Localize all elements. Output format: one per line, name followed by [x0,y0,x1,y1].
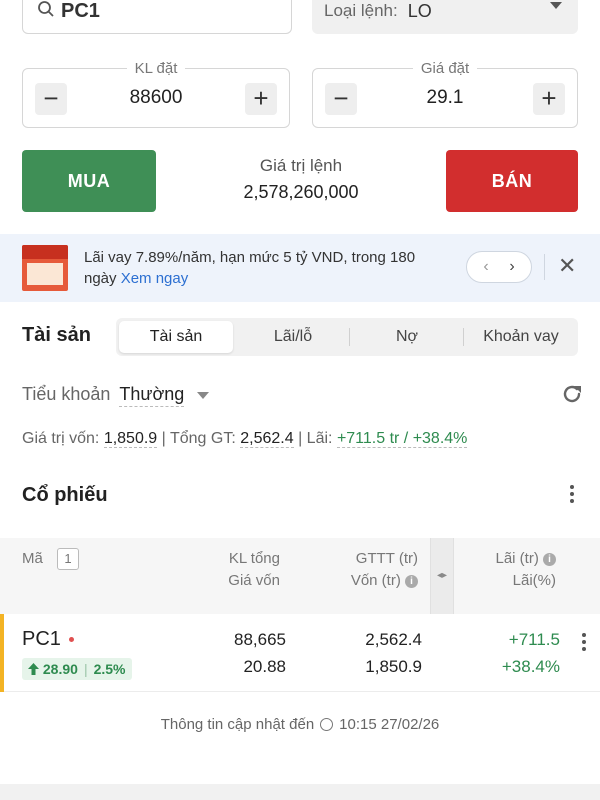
promo-link[interactable]: Xem ngay [121,270,189,287]
info-icon[interactable]: i [405,574,418,588]
asset-summary: Giá trị vốn: 1,850.9 | Tổng GT: 2,562.4 … [22,430,468,448]
profit-value: +711.5 tr / +38.4% [336,430,468,448]
row-change-pct: 2.5% [93,661,126,677]
update-time: 10:15 27/02/26 [339,716,440,733]
volume-stepper: KL đặt − 88600 + [22,60,290,128]
volume-label: KL đặt [126,60,186,77]
tab-tai-san[interactable]: Tài sản [119,321,233,353]
more-vertical-icon[interactable] [566,482,578,506]
tab-khoan-vay[interactable]: Khoản vay [464,318,578,356]
col-lai-tr-label: Lãi (tr) [495,550,539,567]
capital-value: 1,850.9 [103,430,158,448]
row-lai: +711.5 +38.4% [456,626,560,680]
search-icon [37,0,55,23]
col-ma[interactable]: Mã 1 [22,548,80,570]
promo-thumbnail [22,245,68,291]
status-dot-icon [68,637,74,643]
price-increase-button[interactable]: + [533,83,565,115]
chevron-left-icon[interactable]: ‹ [483,258,488,276]
price-stepper: Giá đặt − 29.1 + [312,60,578,128]
tab-no-label: Nợ [395,328,419,345]
promo-text-block: Lãi vay 7.89%/năm, hạn mức 5 tỷ VND, tro… [84,247,434,289]
row-von: 1,850.9 [365,657,422,676]
total-label: | Tổng GT: [161,430,236,447]
close-icon[interactable]: ✕ [558,253,576,279]
col-lai-pct-label: Lãi(%) [512,572,556,589]
price-label: Giá đặt [412,60,478,77]
order-type-value: LO [407,0,432,21]
row-gia-von: 20.88 [243,657,286,676]
col-von-label: Vốn (tr) [350,572,401,589]
col-gttt-von[interactable]: GTTT (tr) Vốn (tr) i [296,548,418,592]
order-value-label: Giá trị lệnh [259,156,343,175]
chevron-down-icon [550,2,562,9]
buy-button[interactable]: MUA [22,150,156,212]
row-gttt: 2,562.4 [365,630,422,649]
table-row[interactable]: PC1 28.90 | 2.5% 88,665 20.88 2,562.4 1,85… [0,614,600,692]
promo-banner[interactable]: Lãi vay 7.89%/năm, hạn mức 5 tỷ VND, tro… [0,234,600,302]
profit-label: | Lãi: [298,430,333,447]
stocks-table-header: Mã 1 KL tổng Giá vốn GTTT (tr) Vốn (tr) … [0,538,600,614]
clock-icon [320,717,334,731]
update-label: Thông tin cập nhật đến [160,716,315,733]
col-gttt-label: GTTT (tr) [355,550,418,567]
chevron-right-icon[interactable]: › [509,258,514,276]
update-info: Thông tin cập nhật đến 10:15 27/02/26 [0,716,600,733]
symbol-search-value: PC1 [61,0,100,22]
sub-account-label: Tiểu khoản [22,384,111,404]
col-gia-von-label: Giá vốn [228,572,280,589]
sub-account-value: Thường [119,384,185,407]
col-ma-label: Mã [22,550,43,567]
sell-button[interactable]: BÁN [446,150,578,212]
total-value: 2,562.4 [240,430,294,448]
column-swap-icon[interactable]: ◂▸ [430,538,454,614]
tab-lai-lo-label: Lãi/lỗ [273,328,313,345]
refresh-icon[interactable] [560,382,584,406]
arrow-up-icon [28,663,39,675]
row-gttt-von: 2,562.4 1,850.9 [296,626,422,680]
info-icon[interactable]: i [543,552,556,566]
assets-title: Tài sản [22,324,91,346]
order-value-block: Giá trị lệnh 2,578,260,000 [160,156,442,203]
assets-tabs: Tài sản Lãi/lỗ Nợ Khoản vay [116,318,578,356]
row-price: 28.90 [42,661,78,677]
banner-pager: ‹ › [466,251,532,283]
chevron-down-icon [197,391,210,399]
row-kl-gia-von: 88,665 20.88 [180,626,286,680]
col-kl-tong-label: KL tổng [228,550,280,567]
row-lai-tr: +711.5 [508,630,560,649]
tab-no[interactable]: Nợ [350,318,464,356]
row-symbol: PC1 [22,628,61,650]
row-lai-pct: +38.4% [501,657,560,676]
order-value-amount: 2,578,260,000 [243,182,359,202]
row-more-icon[interactable] [578,630,590,654]
tab-lai-lo[interactable]: Lãi/lỗ [236,318,350,356]
price-change-badge: 28.90 | 2.5% [22,658,132,680]
sub-account-select[interactable]: Tiểu khoản Thường [22,384,210,407]
bottom-divider [0,784,600,800]
col-kl-gia-von[interactable]: KL tổng Giá vốn [180,548,280,592]
row-kl-tong: 88,665 [234,630,286,649]
stocks-title: Cổ phiếu [22,484,108,506]
order-type-select[interactable]: Loại lệnh: LO [312,0,578,34]
row-marker [0,614,4,692]
order-type-label: Loại lệnh: [324,1,398,20]
symbol-search-input[interactable]: PC1 [22,0,292,34]
col-lai[interactable]: Lãi (tr) i Lãi(%) [456,548,556,592]
volume-increase-button[interactable]: + [245,83,277,115]
capital-label: Giá trị vốn: [22,430,100,447]
count-badge: 1 [57,548,80,570]
